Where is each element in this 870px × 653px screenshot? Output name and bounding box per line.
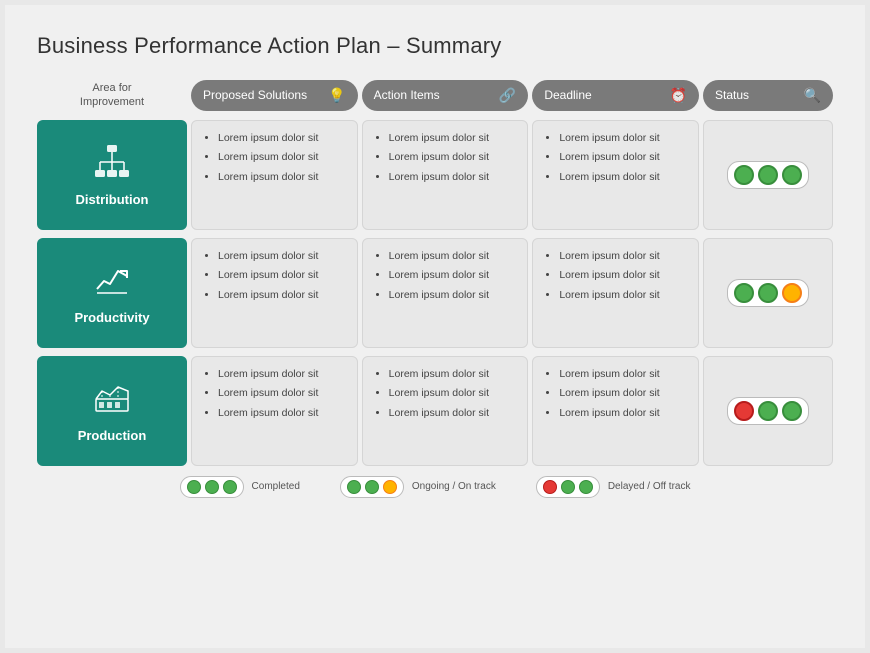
list-item: Lorem ipsum dolor sit [389, 367, 516, 382]
productivity-icon [94, 261, 130, 304]
list-item: Lorem ipsum dolor sit [218, 288, 345, 303]
green-light [734, 283, 754, 303]
production-actions: Lorem ipsum dolor sit Lorem ipsum dolor … [362, 356, 529, 466]
legend-green-4 [347, 480, 361, 494]
clock-icon: ⏰ [670, 87, 687, 104]
production-row: Production Lorem ipsum dolor sit Lorem i… [37, 356, 833, 466]
list-item: Lorem ipsum dolor sit [559, 131, 686, 146]
list-item: Lorem ipsum dolor sit [218, 150, 345, 165]
search-icon: 🔍 [804, 87, 821, 104]
list-item: Lorem ipsum dolor sit [389, 406, 516, 421]
list-item: Lorem ipsum dolor sit [559, 268, 686, 283]
list-item: Lorem ipsum dolor sit [559, 367, 686, 382]
legend-green-1 [187, 480, 201, 494]
legend-green-7 [579, 480, 593, 494]
list-item: Lorem ipsum dolor sit [559, 150, 686, 165]
productivity-traffic-lights [727, 279, 809, 307]
legend-delayed: Delayed / Off track [536, 476, 691, 498]
legend-completed: Completed [180, 476, 300, 498]
table-container: Area forImprovement Proposed Solutions 💡… [37, 77, 833, 466]
status-label: Status [715, 88, 749, 102]
green-light-3 [782, 165, 802, 185]
red-light [734, 401, 754, 421]
production-icon [94, 379, 130, 422]
list-item: Lorem ipsum dolor sit [559, 249, 686, 264]
distribution-actions: Lorem ipsum dolor sit Lorem ipsum dolor … [362, 120, 529, 230]
status-header: Status 🔍 [703, 80, 833, 111]
distribution-icon [94, 143, 130, 186]
productivity-label: Productivity [74, 310, 149, 325]
list-item: Lorem ipsum dolor sit [218, 170, 345, 185]
list-item: Lorem ipsum dolor sit [559, 170, 686, 185]
list-item: Lorem ipsum dolor sit [559, 288, 686, 303]
list-item: Lorem ipsum dolor sit [389, 249, 516, 264]
production-traffic-lights [727, 397, 809, 425]
legend-green-6 [561, 480, 575, 494]
production-label: Production [78, 428, 147, 443]
list-item: Lorem ipsum dolor sit [389, 386, 516, 401]
completed-label: Completed [252, 481, 300, 492]
green-light-2 [782, 401, 802, 421]
list-item: Lorem ipsum dolor sit [389, 150, 516, 165]
list-item: Lorem ipsum dolor sit [218, 406, 345, 421]
page-title: Business Performance Action Plan – Summa… [37, 33, 833, 59]
deadline-header: Deadline ⏰ [532, 80, 699, 111]
list-item: Lorem ipsum dolor sit [389, 268, 516, 283]
legend-green-2 [205, 480, 219, 494]
productivity-area: Productivity [37, 238, 187, 348]
list-item: Lorem ipsum dolor sit [218, 268, 345, 283]
production-status [703, 356, 833, 466]
legend: Completed Ongoing / On track Delayed / O… [37, 476, 833, 498]
list-item: Lorem ipsum dolor sit [559, 386, 686, 401]
link-icon: 🔗 [499, 87, 516, 104]
legend-ongoing: Ongoing / On track [340, 476, 496, 498]
list-item: Lorem ipsum dolor sit [218, 249, 345, 264]
productivity-solutions: Lorem ipsum dolor sit Lorem ipsum dolor … [191, 238, 358, 348]
area-for-improvement-label: Area forImprovement [37, 77, 187, 114]
header-row: Area forImprovement Proposed Solutions 💡… [37, 77, 833, 114]
completed-lights [180, 476, 244, 498]
production-area: Production [37, 356, 187, 466]
list-item: Lorem ipsum dolor sit [389, 288, 516, 303]
action-items-header: Action Items 🔗 [362, 80, 529, 111]
green-light [734, 165, 754, 185]
green-light [758, 401, 778, 421]
delayed-label: Delayed / Off track [608, 481, 691, 492]
list-item: Lorem ipsum dolor sit [218, 131, 345, 146]
proposed-solutions-header: Proposed Solutions 💡 [191, 80, 358, 111]
green-light-2 [758, 283, 778, 303]
green-light-2 [758, 165, 778, 185]
legend-yellow [383, 480, 397, 494]
distribution-label: Distribution [76, 192, 149, 207]
ongoing-lights [340, 476, 404, 498]
proposed-solutions-label: Proposed Solutions [203, 88, 307, 102]
list-item: Lorem ipsum dolor sit [389, 170, 516, 185]
list-item: Lorem ipsum dolor sit [218, 367, 345, 382]
list-item: Lorem ipsum dolor sit [218, 386, 345, 401]
distribution-row: Distribution Lorem ipsum dolor sit Lorem… [37, 120, 833, 230]
deadline-label: Deadline [544, 88, 591, 102]
action-items-label: Action Items [374, 88, 440, 102]
productivity-deadlines: Lorem ipsum dolor sit Lorem ipsum dolor … [532, 238, 699, 348]
distribution-deadlines: Lorem ipsum dolor sit Lorem ipsum dolor … [532, 120, 699, 230]
list-item: Lorem ipsum dolor sit [389, 131, 516, 146]
bulb-icon: 💡 [328, 87, 345, 104]
distribution-status [703, 120, 833, 230]
distribution-solutions: Lorem ipsum dolor sit Lorem ipsum dolor … [191, 120, 358, 230]
productivity-status [703, 238, 833, 348]
productivity-row: Productivity Lorem ipsum dolor sit Lorem… [37, 238, 833, 348]
distribution-area: Distribution [37, 120, 187, 230]
legend-green-5 [365, 480, 379, 494]
slide: Business Performance Action Plan – Summa… [5, 5, 865, 648]
legend-red [543, 480, 557, 494]
legend-green-3 [223, 480, 237, 494]
distribution-traffic-lights [727, 161, 809, 189]
delayed-lights [536, 476, 600, 498]
production-solutions: Lorem ipsum dolor sit Lorem ipsum dolor … [191, 356, 358, 466]
productivity-actions: Lorem ipsum dolor sit Lorem ipsum dolor … [362, 238, 529, 348]
yellow-light [782, 283, 802, 303]
list-item: Lorem ipsum dolor sit [559, 406, 686, 421]
ongoing-label: Ongoing / On track [412, 481, 496, 492]
production-deadlines: Lorem ipsum dolor sit Lorem ipsum dolor … [532, 356, 699, 466]
